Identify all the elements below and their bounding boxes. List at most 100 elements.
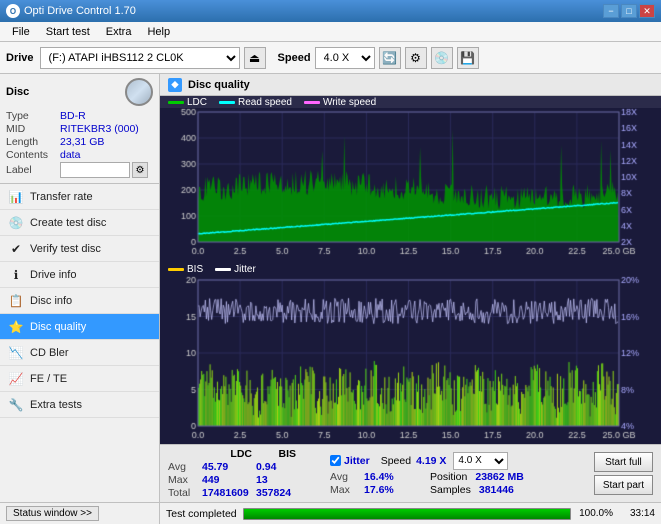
max-jitter-label: Max <box>330 484 360 496</box>
disc-info-icon: 📋 <box>8 293 24 309</box>
legend-write-speed-label: Write speed <box>323 97 376 108</box>
sidebar-item-fe-te[interactable]: 📈 FE / TE <box>0 366 159 392</box>
menu-extra[interactable]: Extra <box>98 24 140 40</box>
avg-bis-val: 0.94 <box>256 461 306 473</box>
disc-info-panel: Disc Type BD-R MID RITEKBR3 (000) Length… <box>0 74 159 184</box>
jitter-checkbox[interactable] <box>330 455 341 466</box>
sidebar-item-label: Disc info <box>30 295 72 307</box>
start-part-button[interactable]: Start part <box>594 475 653 495</box>
speed-header: Speed <box>381 455 411 467</box>
max-jitter-val: 17.6% <box>364 484 414 496</box>
avg-label: Avg <box>168 461 198 473</box>
sidebar-item-label: Drive info <box>30 269 76 281</box>
extra-tests-icon: 🔧 <box>8 397 24 413</box>
position-val: 23862 MB <box>475 471 523 483</box>
sidebar-item-cd-bler[interactable]: 📉 CD Bler <box>0 340 159 366</box>
disc-panel-title: Disc <box>6 86 29 98</box>
disc-mid-key: MID <box>6 123 60 135</box>
max-label: Max <box>168 474 198 486</box>
drive-select[interactable]: (F:) ATAPI iHBS112 2 CL0K <box>40 47 240 69</box>
close-button[interactable]: ✕ <box>639 4 655 18</box>
sidebar-item-verify-test-disc[interactable]: ✔ Verify test disc <box>0 236 159 262</box>
jitter-header: Jitter <box>344 455 370 467</box>
avg-row: Avg 45.79 0.94 <box>168 461 306 473</box>
sidebar-item-disc-quality[interactable]: ⭐ Disc quality <box>0 314 159 340</box>
disc-contents-key: Contents <box>6 149 60 161</box>
status-window-button[interactable]: Status window >> <box>6 506 99 521</box>
legend-ldc: LDC <box>168 97 207 108</box>
avg-jitter-row: Avg 16.4% Position 23862 MB <box>330 471 524 483</box>
disc-length-row: Length 23,31 GB <box>6 136 153 148</box>
main: Disc Type BD-R MID RITEKBR3 (000) Length… <box>0 74 661 524</box>
sidebar-item-label: CD Bler <box>30 347 69 359</box>
start-full-button[interactable]: Start full <box>594 452 653 472</box>
chart-legend: LDC Read speed Write speed <box>160 96 661 108</box>
status-bar: Status window >> <box>0 502 159 524</box>
disc-type-key: Type <box>6 110 60 122</box>
samples-val: 381446 <box>479 484 514 496</box>
jitter-legend-dot <box>215 268 231 271</box>
speed-dropdown[interactable]: 4.0 X <box>453 452 508 470</box>
refresh-button[interactable]: 🔄 <box>379 47 401 69</box>
legend-write-speed: Write speed <box>304 97 376 108</box>
drive-label: Drive <box>6 52 34 64</box>
read-speed-legend-dot <box>219 101 235 104</box>
menu-help[interactable]: Help <box>139 24 178 40</box>
max-ldc-val: 449 <box>202 474 252 486</box>
speed-val: 4.19 X <box>416 455 446 467</box>
disc-label-row: Label ⚙ <box>6 162 153 178</box>
status-text: Test completed <box>166 508 237 520</box>
disc-label-key: Label <box>6 164 60 176</box>
save-button[interactable]: 💾 <box>457 47 479 69</box>
total-row: Total 17481609 357824 <box>168 487 306 499</box>
total-label: Total <box>168 487 198 499</box>
disc-contents-row: Contents data <box>6 149 153 161</box>
sidebar-item-drive-info[interactable]: ℹ Drive info <box>0 262 159 288</box>
sidebar-item-label: Transfer rate <box>30 191 93 203</box>
disc-label-input[interactable] <box>60 162 130 178</box>
sidebar-item-label: Disc quality <box>30 321 86 333</box>
progress-bar-container <box>243 508 571 520</box>
legend-bis-label: BIS <box>187 264 203 275</box>
bis-legend-dot <box>168 268 184 271</box>
sidebar: Disc Type BD-R MID RITEKBR3 (000) Length… <box>0 74 160 524</box>
menu-start-test[interactable]: Start test <box>38 24 98 40</box>
charts-container: LDC Read speed Write speed <box>160 96 661 444</box>
eject-button[interactable]: ⏏ <box>244 47 266 69</box>
speed-label: Speed <box>278 52 311 64</box>
sidebar-item-disc-info[interactable]: 📋 Disc info <box>0 288 159 314</box>
progress-bar-fill <box>244 509 570 519</box>
speed-select[interactable]: 4.0 X <box>315 47 375 69</box>
app-icon: O <box>6 4 20 18</box>
ldc-chart <box>160 108 661 260</box>
menu-file[interactable]: File <box>4 24 38 40</box>
chart-header: ◆ Disc quality <box>160 74 661 96</box>
maximize-button[interactable]: □ <box>621 4 637 18</box>
disc-type-row: Type BD-R <box>6 110 153 122</box>
ldc-header: LDC <box>202 448 252 460</box>
sidebar-item-extra-tests[interactable]: 🔧 Extra tests <box>0 392 159 418</box>
nav-list: 📊 Transfer rate 💿 Create test disc ✔ Ver… <box>0 184 159 418</box>
total-bis-val: 357824 <box>256 487 306 499</box>
samples-label: Samples <box>430 484 471 496</box>
disc-quality-icon: ⭐ <box>8 319 24 335</box>
legend-bis: BIS <box>168 264 203 275</box>
settings-button[interactable]: ⚙ <box>405 47 427 69</box>
minimize-button[interactable]: − <box>603 4 619 18</box>
sidebar-item-label: Verify test disc <box>30 243 101 255</box>
sidebar-item-create-test-disc[interactable]: 💿 Create test disc <box>0 210 159 236</box>
sidebar-item-transfer-rate[interactable]: 📊 Transfer rate <box>0 184 159 210</box>
disc-length-key: Length <box>6 136 60 148</box>
create-test-disc-icon: 💿 <box>8 215 24 231</box>
legend-jitter-label: Jitter <box>234 264 256 275</box>
progress-area: Test completed 100.0% 33:14 <box>160 502 661 524</box>
sidebar-item-label: Extra tests <box>30 399 82 411</box>
chart-title: Disc quality <box>188 79 250 91</box>
disc-button[interactable]: 💿 <box>431 47 453 69</box>
title-bar-controls[interactable]: − □ ✕ <box>603 4 655 18</box>
verify-test-disc-icon: ✔ <box>8 241 24 257</box>
bis-header: BIS <box>256 448 296 460</box>
disc-mid-val: RITEKBR3 (000) <box>60 123 139 135</box>
disc-label-button[interactable]: ⚙ <box>132 162 148 178</box>
disc-contents-val: data <box>60 149 80 161</box>
